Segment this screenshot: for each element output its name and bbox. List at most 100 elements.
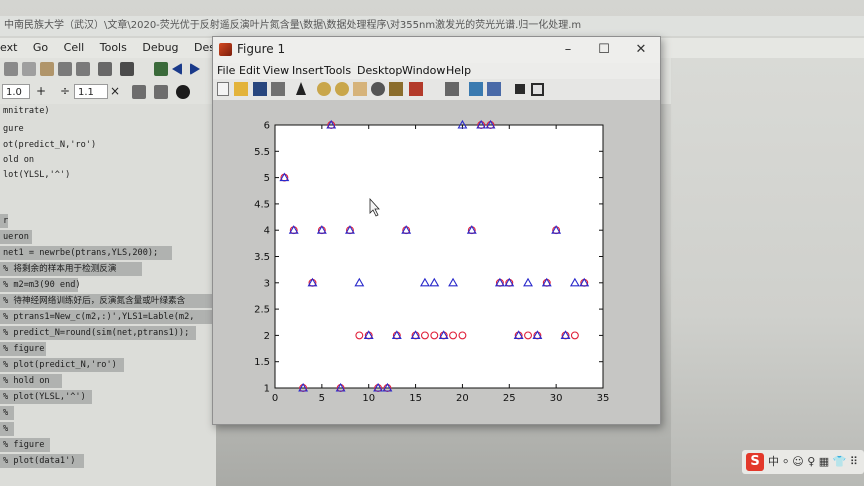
axes-box[interactable] [274, 124, 604, 389]
cut-icon[interactable] [4, 62, 18, 76]
insert-legend-icon[interactable] [487, 82, 501, 96]
x-tick-label: 15 [409, 393, 422, 404]
figure-menubar: File Edit View Insert Tools Desktop Wind… [213, 63, 660, 79]
code-line[interactable]: % ptrans1=New_c(m2,:)',YLS1=Lable(m2, [0, 310, 216, 324]
y-tick-label: 3 [264, 278, 270, 289]
code-line[interactable] [0, 199, 6, 213]
pan-hand-icon[interactable] [353, 82, 367, 96]
code-line[interactable]: net1 = newrbe(ptrans,YLS,200); [0, 246, 172, 260]
sogou-ime-icon[interactable]: S [746, 453, 764, 471]
plus-button[interactable]: + [36, 84, 46, 98]
menu-window[interactable]: Window [402, 63, 445, 79]
figure-title: Figure 1 [237, 42, 286, 56]
editor-menu-go[interactable]: Go [33, 38, 48, 58]
paste-icon[interactable] [40, 62, 54, 76]
find-icon[interactable] [120, 62, 134, 76]
link-plot-icon[interactable] [445, 82, 459, 96]
help-icon[interactable] [176, 85, 190, 99]
menu-insert[interactable]: Insert [292, 63, 324, 79]
zoom-in-icon[interactable] [317, 82, 331, 96]
code-line[interactable]: % m2=m3(90 end) [0, 278, 81, 292]
data-cursor-icon[interactable] [389, 82, 403, 96]
x-tick-label: 20 [456, 393, 469, 404]
brush-icon[interactable] [409, 82, 423, 96]
x-tick-label: 30 [550, 393, 563, 404]
code-line[interactable]: % predict_N=round(sim(net,ptrans1)); [0, 326, 196, 340]
editor-menu-cell[interactable]: Cell [64, 38, 85, 58]
y-tick-label: 1.5 [254, 357, 270, 368]
cell-increment-field[interactable]: 1.1 [74, 84, 108, 99]
cell-eval-icon[interactable] [132, 85, 146, 99]
insert-colorbar-icon[interactable] [469, 82, 483, 96]
editor-menu-debug[interactable]: Debug [142, 38, 178, 58]
x-tick-label: 5 [319, 393, 325, 404]
menu-file[interactable]: File [217, 63, 235, 79]
screen-photo: 中南民族大学（武汉）\文章\2020-荧光优于反射遥反演叶片氮含量\数据\数据处… [0, 0, 864, 486]
code-line[interactable]: % hold on [0, 374, 62, 388]
menu-edit[interactable]: Edit [239, 63, 260, 79]
zoom-out-icon[interactable] [335, 82, 349, 96]
editor-menu-text[interactable]: ext [0, 38, 17, 58]
edit-plot-arrow-icon[interactable] [296, 82, 306, 95]
save-icon[interactable] [253, 82, 267, 96]
code-line[interactable]: ueron [0, 230, 32, 244]
menu-view[interactable]: View [263, 63, 289, 79]
figure-title-bar[interactable]: Figure 1 – ☐ ✕ [213, 37, 660, 63]
code-line[interactable]: % [0, 406, 14, 420]
y-tick-label: 5.5 [254, 147, 270, 158]
x-tick-label: 10 [362, 393, 375, 404]
menu-tools[interactable]: Tools [324, 63, 351, 79]
code-line[interactable]: lot(YLSL,'^') [0, 168, 73, 182]
show-plot-tools-icon[interactable] [531, 83, 544, 96]
plot-area[interactable]: 0 5 10 15 20 25 30 35 1 1.5 2 2.5 3 3.5 4 4.5 5 5.5 6 [213, 100, 660, 422]
redo-icon[interactable] [76, 62, 90, 76]
minimize-button[interactable]: – [559, 41, 577, 58]
y-tick-label: 2 [264, 331, 270, 342]
matlab-logo-icon [219, 43, 232, 56]
cell-decrement-field[interactable]: 1.0 [2, 84, 30, 99]
print-icon[interactable] [98, 62, 112, 76]
divide-button[interactable]: ÷ [60, 84, 70, 98]
code-line[interactable]: % 将剩余的样本用于检测反演 [0, 262, 142, 276]
code-line[interactable]: mnitrate) [0, 104, 53, 118]
code-line[interactable]: ot(predict_N,'ro') [0, 138, 99, 152]
code-line[interactable]: % figure [0, 438, 50, 452]
code-line[interactable]: % figure [0, 342, 46, 356]
go-icon[interactable] [154, 62, 168, 76]
y-tick-label: 3.5 [254, 252, 270, 263]
menu-help[interactable]: Help [446, 63, 471, 79]
hide-plot-tools-icon[interactable] [515, 84, 525, 94]
editor-right-area [671, 58, 864, 486]
menu-desktop[interactable]: Desktop [357, 63, 402, 79]
code-line[interactable]: old on [0, 153, 37, 167]
code-line[interactable]: gure [0, 122, 27, 136]
copy-icon[interactable] [22, 62, 36, 76]
cell-advance-icon[interactable] [154, 85, 168, 99]
forward-arrow-icon[interactable] [190, 63, 200, 75]
rotate-3d-icon[interactable] [371, 82, 385, 96]
figure-toolbar [213, 79, 660, 101]
editor-menu-tools[interactable]: Tools [100, 38, 127, 58]
y-tick-label: 6 [264, 121, 270, 132]
code-line[interactable]: % 待神经网络训练好后，反演氮含量或叶绿素含 [0, 294, 216, 308]
code-editor[interactable]: mnitrate) gure ot(predict_N,'ro') old on… [0, 104, 216, 486]
code-line[interactable]: % plot(YLSL,'^') [0, 390, 92, 404]
code-line[interactable]: % plot(data1') [0, 454, 84, 468]
print-icon[interactable] [271, 82, 285, 96]
times-button[interactable]: × [110, 84, 120, 98]
code-line[interactable]: r [0, 214, 8, 228]
code-line[interactable]: % plot(predict_N,'ro') [0, 358, 124, 372]
code-line[interactable] [0, 186, 6, 200]
editor-title-bar: 中南民族大学（武汉）\文章\2020-荧光优于反射遥反演叶片氮含量\数据\数据处… [0, 16, 864, 36]
y-tick-label: 2.5 [254, 305, 270, 316]
code-line[interactable]: % [0, 422, 14, 436]
ime-status-text[interactable]: 中 ⸰ ☺ ♀ ▦ 👕 ⠿ [768, 453, 858, 471]
undo-icon[interactable] [58, 62, 72, 76]
close-button[interactable]: ✕ [632, 41, 650, 58]
figure-window[interactable]: Figure 1 – ☐ ✕ File Edit View Insert Too… [212, 36, 661, 425]
x-tick-label: 35 [597, 393, 610, 404]
maximize-button[interactable]: ☐ [595, 41, 613, 58]
open-file-icon[interactable] [234, 82, 248, 96]
back-arrow-icon[interactable] [172, 63, 182, 75]
new-figure-icon[interactable] [217, 82, 229, 96]
